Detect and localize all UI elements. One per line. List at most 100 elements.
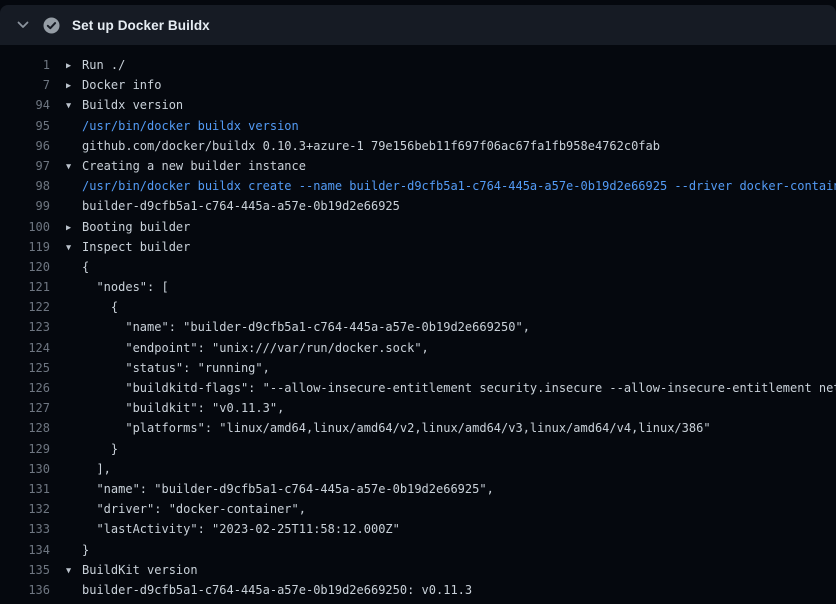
log-group-line[interactable]: 100▶Booting builder: [0, 217, 836, 237]
line-number-link[interactable]: 135: [0, 560, 50, 580]
log-line: 132 "driver": "docker-container",: [0, 499, 836, 519]
line-number-link[interactable]: 126: [0, 378, 50, 398]
output-text: "buildkitd-flags": "--allow-insecure-ent…: [82, 381, 836, 395]
output-text: builder-d9cfb5a1-c764-445a-a57e-0b19d2e6…: [82, 583, 472, 597]
output-text: "status": "running",: [82, 361, 270, 375]
line-number-link[interactable]: 133: [0, 519, 50, 539]
line-number-link[interactable]: 94: [0, 95, 50, 115]
line-number-link[interactable]: 127: [0, 398, 50, 418]
log-line-content: ▼Inspect builder: [50, 237, 190, 258]
line-number-link[interactable]: 132: [0, 499, 50, 519]
line-number-link[interactable]: 96: [0, 136, 50, 156]
log-line-content: ▼Buildx version: [50, 95, 183, 116]
group-expanded-icon[interactable]: ▼: [66, 561, 82, 581]
group-expanded-icon[interactable]: ▼: [66, 96, 82, 116]
log-line-content: github.com/docker/buildx 0.10.3+azure-1 …: [50, 136, 660, 156]
log-group-line[interactable]: 1 ▶Run ./: [0, 55, 836, 75]
log-line-content: "status": "running",: [50, 358, 270, 378]
line-number-link[interactable]: 125: [0, 358, 50, 378]
log-group-line[interactable]: 119▼Inspect builder: [0, 237, 836, 257]
log-line-content: ▶Docker info: [50, 75, 161, 96]
group-title-text: Booting builder: [82, 220, 190, 234]
log-line-content: "buildkit": "v0.11.3",: [50, 398, 284, 418]
log-viewer: 1▶Run ./7▶Docker info94▼Buildx version95…: [0, 45, 836, 604]
log-line-content: {: [50, 257, 89, 277]
log-line: 121 "nodes": [: [0, 277, 836, 297]
line-number-link[interactable]: 95: [0, 116, 50, 136]
log-group-line[interactable]: 94▼Buildx version: [0, 95, 836, 115]
log-line: 129 }: [0, 439, 836, 459]
log-line-content: ▶Booting builder: [50, 217, 190, 238]
output-text: github.com/docker/buildx 0.10.3+azure-1 …: [82, 139, 660, 153]
output-text: "buildkit": "v0.11.3",: [82, 401, 284, 415]
line-number-link[interactable]: 119: [0, 237, 50, 257]
line-number-link[interactable]: 128: [0, 418, 50, 438]
log-line-content: "name": "builder-d9cfb5a1-c764-445a-a57e…: [50, 479, 494, 499]
log-line: 136 builder-d9cfb5a1-c764-445a-a57e-0b19d…: [0, 580, 836, 600]
actions-log-panel: Set up Docker Buildx 1▶Run ./7▶Docker in…: [0, 0, 836, 604]
log-group-line[interactable]: 135 ▼BuildKit version: [0, 560, 836, 580]
log-line: 133 "lastActivity": "2023-02-25T11:58:12…: [0, 519, 836, 539]
log-group-line[interactable]: 7▶Docker info: [0, 75, 836, 95]
line-number-link[interactable]: 100: [0, 217, 50, 237]
log-line: 126 "buildkitd-flags": "--allow-insecure…: [0, 378, 836, 398]
log-line: 124 "endpoint": "unix:///var/run/docker.…: [0, 338, 836, 358]
step-header[interactable]: Set up Docker Buildx: [0, 5, 836, 45]
output-text: }: [82, 442, 118, 456]
log-line-content: /usr/bin/docker buildx version: [50, 116, 299, 136]
line-number-link[interactable]: 121: [0, 277, 50, 297]
group-title-text: Docker info: [82, 78, 161, 92]
group-collapsed-icon[interactable]: ▶: [66, 56, 82, 76]
group-title-text: Creating a new builder instance: [82, 159, 306, 173]
log-line: 95/usr/bin/docker buildx version: [0, 116, 836, 136]
log-line-content: ],: [50, 459, 111, 479]
line-number-link[interactable]: 99: [0, 196, 50, 216]
line-number-link[interactable]: 1: [0, 55, 50, 75]
line-number-link[interactable]: 136: [0, 580, 50, 600]
command-text: /usr/bin/docker buildx version: [82, 119, 299, 133]
log-line: 130 ],: [0, 459, 836, 479]
log-line-content: "name": "builder-d9cfb5a1-c764-445a-a57e…: [50, 317, 530, 337]
output-text: ],: [82, 462, 111, 476]
log-line-content: {: [50, 297, 118, 317]
log-line: 122 {: [0, 297, 836, 317]
line-number-link[interactable]: 130: [0, 459, 50, 479]
log-line-content: "lastActivity": "2023-02-25T11:58:12.000…: [50, 519, 400, 539]
line-number-link[interactable]: 134: [0, 540, 50, 560]
log-line-content: "buildkitd-flags": "--allow-insecure-ent…: [50, 378, 836, 398]
log-line: 125 "status": "running",: [0, 358, 836, 378]
group-expanded-icon[interactable]: ▼: [66, 238, 82, 258]
line-number-link[interactable]: 124: [0, 338, 50, 358]
output-text: {: [82, 300, 118, 314]
output-text: "endpoint": "unix:///var/run/docker.sock…: [82, 341, 429, 355]
line-number-link[interactable]: 123: [0, 317, 50, 337]
group-title-text: BuildKit version: [82, 563, 198, 577]
output-text: "driver": "docker-container",: [82, 502, 306, 516]
line-number-link[interactable]: 7: [0, 75, 50, 95]
chevron-down-icon[interactable]: [16, 18, 30, 32]
log-line: 120{: [0, 257, 836, 277]
log-line-content: "nodes": [: [50, 277, 169, 297]
output-text: "nodes": [: [82, 280, 169, 294]
line-number-link[interactable]: 97: [0, 156, 50, 176]
log-line-content: "platforms": "linux/amd64,linux/amd64/v2…: [50, 418, 711, 438]
check-circle-icon: [43, 17, 60, 34]
group-collapsed-icon[interactable]: ▶: [66, 218, 82, 238]
line-number-link[interactable]: 129: [0, 439, 50, 459]
group-title-text: Inspect builder: [82, 240, 190, 254]
log-line-content: }: [50, 540, 89, 560]
group-expanded-icon[interactable]: ▼: [66, 157, 82, 177]
log-line: 128 "platforms": "linux/amd64,linux/amd6…: [0, 418, 836, 438]
line-number-link[interactable]: 122: [0, 297, 50, 317]
line-number-link[interactable]: 98: [0, 176, 50, 196]
group-title-text: Buildx version: [82, 98, 183, 112]
line-number-link[interactable]: 131: [0, 479, 50, 499]
log-group-line[interactable]: 97 ▼Creating a new builder instance: [0, 156, 836, 176]
log-line-content: builder-d9cfb5a1-c764-445a-a57e-0b19d2e6…: [50, 196, 400, 216]
output-text: "name": "builder-d9cfb5a1-c764-445a-a57e…: [82, 482, 494, 496]
log-line-content: builder-d9cfb5a1-c764-445a-a57e-0b19d2e6…: [50, 580, 472, 600]
group-title-text: Run ./: [82, 58, 125, 72]
command-text: /usr/bin/docker buildx create --name bui…: [82, 179, 836, 193]
group-collapsed-icon[interactable]: ▶: [66, 76, 82, 96]
line-number-link[interactable]: 120: [0, 257, 50, 277]
